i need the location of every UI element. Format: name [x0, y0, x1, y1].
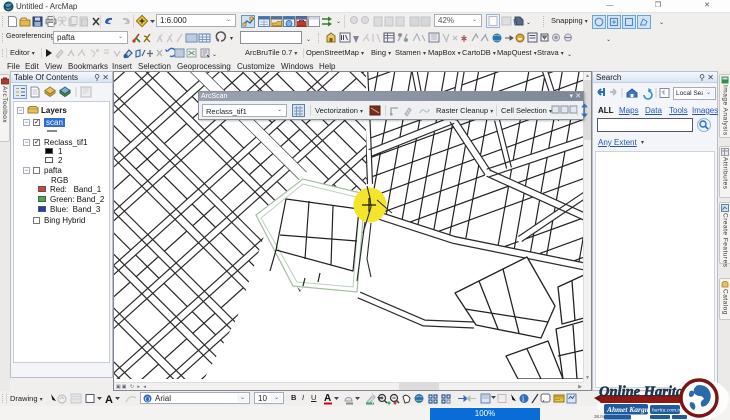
- svg-text:A: A: [324, 393, 331, 404]
- svg-text:A: A: [105, 394, 113, 405]
- svg-text:Online Harita: Online Harita: [599, 384, 683, 400]
- svg-text:O: O: [145, 396, 150, 404]
- svg-text:Ahmet Kargın: Ahmet Kargın: [606, 405, 651, 414]
- svg-text:harita.com.tr: harita.com.tr: [652, 408, 682, 414]
